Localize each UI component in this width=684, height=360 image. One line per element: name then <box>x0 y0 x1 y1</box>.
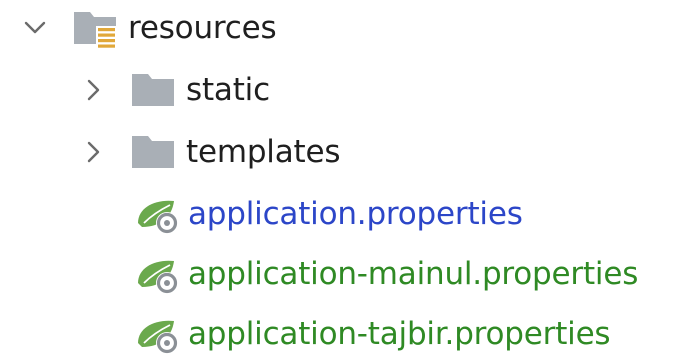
tree-node-label: templates <box>186 134 341 170</box>
tree-node-application-properties[interactable]: application.properties <box>134 188 523 240</box>
tree-node-resources[interactable]: resources <box>20 2 277 54</box>
spring-properties-icon <box>134 253 182 295</box>
tree-node-templates[interactable]: templates <box>78 126 340 178</box>
folder-icon <box>130 131 178 173</box>
tree-node-label: static <box>186 72 270 108</box>
chevron-down-icon[interactable] <box>20 13 50 43</box>
chevron-right-icon[interactable] <box>78 137 108 167</box>
chevron-right-icon[interactable] <box>78 75 108 105</box>
tree-node-application-tajbir-properties[interactable]: application-tajbir.properties <box>134 308 611 360</box>
resources-folder-icon <box>72 6 120 50</box>
tree-node-application-mainul-properties[interactable]: application-mainul.properties <box>134 248 638 300</box>
tree-node-label: application-mainul.properties <box>188 256 639 292</box>
spring-properties-icon <box>134 193 182 235</box>
tree-node-label: application-tajbir.properties <box>188 316 611 352</box>
folder-icon <box>130 69 178 111</box>
tree-node-label: resources <box>128 10 277 46</box>
project-tree: resources static templates application.p… <box>0 0 684 360</box>
tree-node-static[interactable]: static <box>78 64 270 116</box>
tree-node-label: application.properties <box>188 196 523 232</box>
spring-properties-icon <box>134 313 182 355</box>
